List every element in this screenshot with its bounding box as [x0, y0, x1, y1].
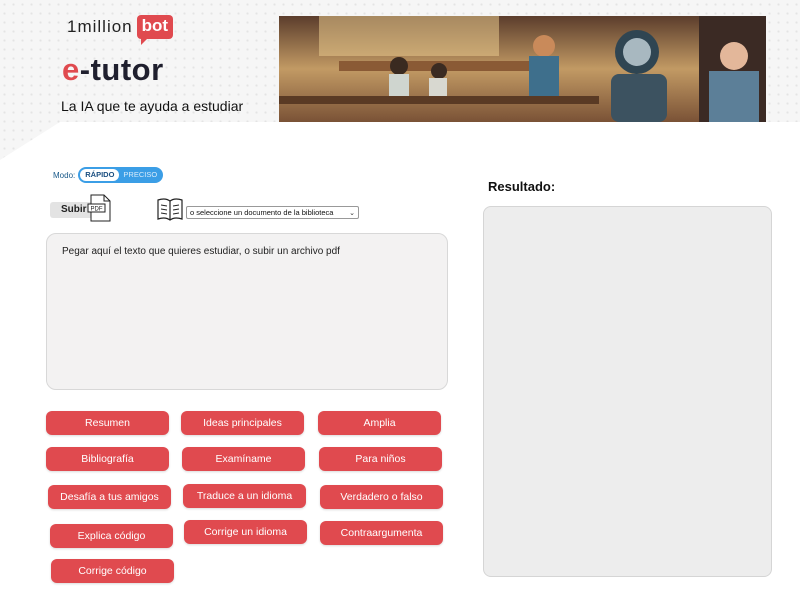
logo-text: 1million — [67, 17, 133, 36]
app-title-suffix: -tutor — [79, 52, 164, 87]
library-picker: o seleccione un documento de la bibliote… — [157, 196, 359, 222]
upload-pdf[interactable]: Subir PDF — [50, 194, 117, 222]
contraargumenta-button[interactable]: Contraargumenta — [320, 521, 443, 545]
result-output[interactable] — [483, 206, 772, 577]
tagline: La IA que te ayuda a estudiar — [61, 98, 244, 114]
para-ninos-button[interactable]: Para niños — [319, 447, 442, 471]
bibliografia-button[interactable]: Bibliografía — [46, 447, 169, 471]
hero-illustration — [279, 16, 766, 122]
pdf-icon-label: PDF — [90, 207, 102, 213]
corrige-idioma-button[interactable]: Corrige un idioma — [184, 520, 307, 544]
mode-label: Modo: — [53, 170, 76, 180]
verdadero-falso-button[interactable]: Verdadero o falso — [320, 485, 443, 509]
mode-selector: Modo: RÁPIDO PRECISO — [53, 167, 164, 183]
chevron-down-icon: ⌄ — [349, 209, 355, 217]
corrige-codigo-button[interactable]: Corrige código — [51, 559, 174, 583]
app-title: e-tutor — [62, 52, 164, 88]
resumen-button[interactable]: Resumen — [46, 411, 169, 435]
amplia-button[interactable]: Amplia — [318, 411, 441, 435]
mode-option-preciso[interactable]: PRECISO — [119, 169, 161, 181]
explica-codigo-button[interactable]: Explica código — [50, 524, 173, 548]
mode-option-rapido[interactable]: RÁPIDO — [80, 169, 120, 181]
study-text-placeholder: Pegar aquí el texto que quieres estudiar… — [62, 246, 340, 257]
library-select-value: o seleccione un documento de la bibliote… — [190, 207, 334, 217]
desafia-amigos-button[interactable]: Desafía a tus amigos — [48, 485, 171, 509]
ideas-principales-button[interactable]: Ideas principales — [181, 411, 304, 435]
result-label: Resultado: — [488, 179, 556, 194]
mode-toggle[interactable]: RÁPIDO PRECISO — [78, 167, 164, 183]
logo-badge: bot — [136, 15, 174, 45]
study-text-input[interactable]: Pegar aquí el texto que quieres estudiar… — [46, 233, 448, 390]
library-select[interactable]: o seleccione un documento de la bibliote… — [186, 205, 359, 219]
traduce-idioma-button[interactable]: Traduce a un idioma — [183, 484, 306, 508]
app-title-prefix: e — [62, 52, 80, 87]
pdf-file-icon[interactable]: PDF — [87, 194, 117, 222]
book-icon — [157, 198, 183, 221]
logo: 1million bot — [67, 14, 174, 45]
examiname-button[interactable]: Examíname — [182, 447, 305, 471]
